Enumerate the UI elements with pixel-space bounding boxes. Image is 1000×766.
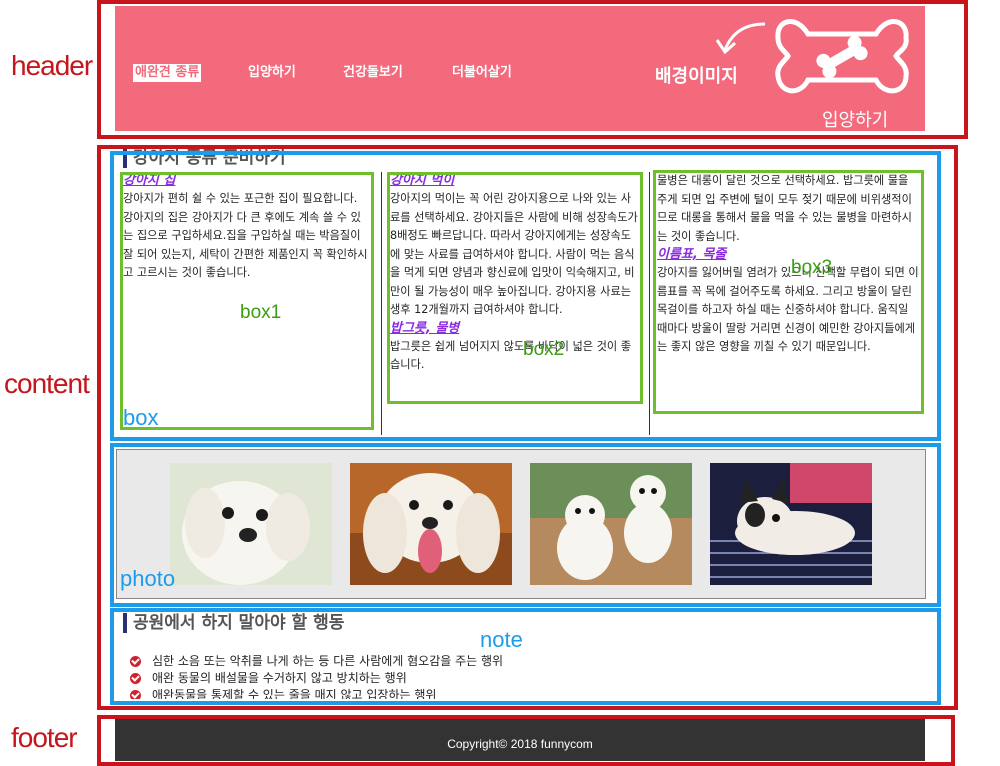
note-frame — [110, 608, 941, 705]
note-annotation: note — [480, 627, 523, 652]
header-annotation: header — [11, 50, 93, 81]
photo-frame — [110, 443, 941, 607]
box1-frame — [120, 172, 374, 430]
photo-annotation: photo — [120, 566, 176, 591]
content-annotation: content — [4, 368, 90, 399]
footer-frame — [97, 715, 955, 766]
box1-annotation: box1 — [240, 302, 282, 323]
box3-frame — [653, 170, 924, 414]
box-annotation: box — [123, 405, 159, 430]
box2-frame — [387, 172, 643, 404]
box3-annotation: box3 — [791, 257, 833, 278]
footer-annotation: footer — [11, 722, 78, 753]
box2-annotation: box2 — [523, 339, 565, 360]
header-frame — [97, 0, 968, 139]
